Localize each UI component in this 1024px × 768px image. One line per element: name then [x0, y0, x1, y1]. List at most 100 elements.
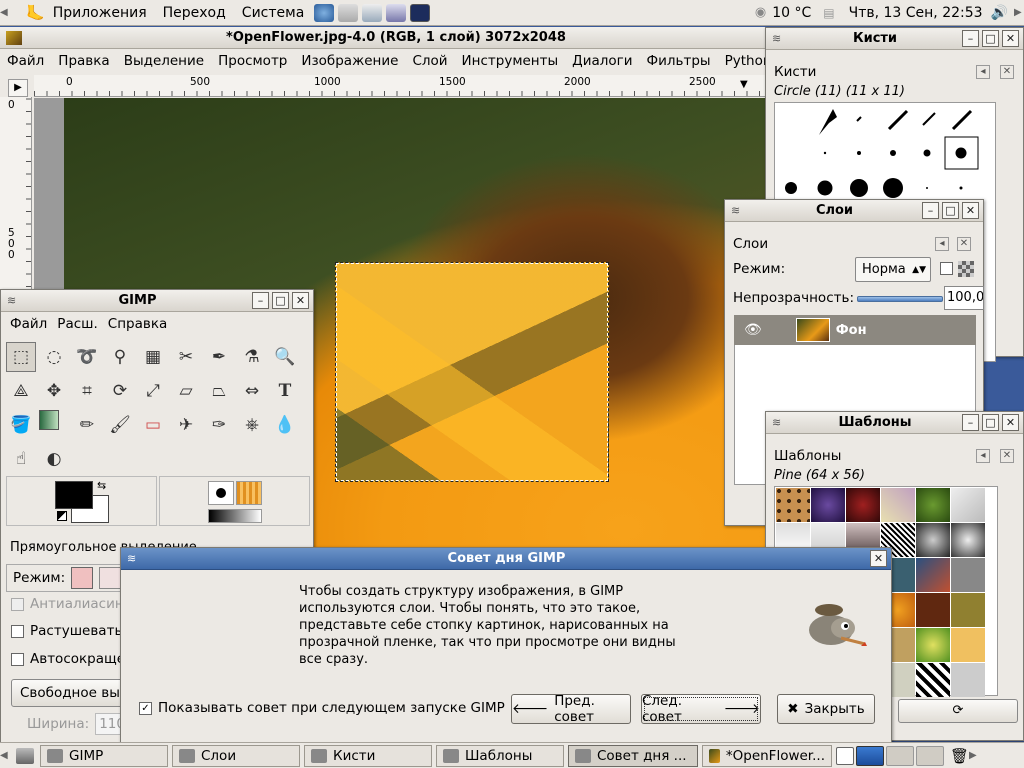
- maximize-button[interactable]: □: [942, 202, 959, 219]
- window-menu-icon[interactable]: ≋: [7, 294, 23, 308]
- horizontal-ruler[interactable]: 0 500 1000 1500 2000 2500 ▼: [34, 75, 770, 97]
- paintbrush-icon[interactable]: 🖌: [105, 410, 135, 440]
- menu-layer[interactable]: Слой: [405, 53, 454, 69]
- window-menu-icon[interactable]: [6, 30, 22, 45]
- lasso-icon[interactable]: ➰: [72, 342, 102, 372]
- default-colors-icon[interactable]: [57, 511, 67, 521]
- workspace-1-icon[interactable]: [836, 746, 854, 765]
- close-button[interactable]: ✕: [292, 292, 309, 309]
- autoshrink-checkbox[interactable]: [11, 652, 24, 666]
- lock-alpha-icon[interactable]: [958, 261, 974, 277]
- tab-menu-icon[interactable]: ◂: [976, 65, 990, 79]
- rectangle-selection[interactable]: [335, 262, 609, 482]
- tab-menu-icon[interactable]: ◂: [935, 237, 949, 251]
- mail-launcher-icon[interactable]: [338, 3, 359, 22]
- writer-launcher-icon[interactable]: [386, 3, 407, 22]
- panel-right-arrow-icon[interactable]: ▶: [969, 750, 979, 761]
- panel-left-arrow-icon[interactable]: ◀: [0, 7, 12, 18]
- toolbox-menu-help[interactable]: Справка: [103, 316, 172, 332]
- current-pattern-icon[interactable]: [236, 481, 262, 505]
- pattern-swatch[interactable]: [846, 488, 880, 522]
- quick-mask-menu-button[interactable]: ▶: [8, 79, 28, 97]
- layer-row-background[interactable]: 👁 Фон: [734, 315, 976, 345]
- pencil-icon[interactable]: ✏: [72, 410, 102, 440]
- window-menu-icon[interactable]: ≋: [772, 416, 788, 430]
- panel-right-arrow-icon[interactable]: ▶: [1014, 7, 1024, 18]
- brushes-titlebar[interactable]: ≋ Кисти – □ ✕: [766, 28, 1023, 50]
- window-menu-icon[interactable]: ≋: [127, 552, 143, 566]
- next-tip-button[interactable]: След. совет 🡒: [641, 693, 761, 725]
- pattern-swatch[interactable]: [951, 558, 985, 592]
- maximize-button[interactable]: □: [982, 414, 999, 431]
- paths-icon[interactable]: ✒: [204, 342, 234, 372]
- applications-menu[interactable]: Приложения: [45, 5, 155, 21]
- pattern-swatch[interactable]: [916, 523, 950, 557]
- dodge-burn-icon[interactable]: ◐: [39, 444, 69, 474]
- text-icon[interactable]: T: [270, 376, 300, 406]
- blur-icon[interactable]: 💧: [270, 410, 300, 440]
- pattern-swatch[interactable]: [776, 488, 810, 522]
- tab-close-icon[interactable]: ✕: [957, 237, 971, 251]
- rotate-icon[interactable]: ⟳: [105, 376, 135, 406]
- color-selector[interactable]: ⇆: [6, 476, 157, 526]
- refresh-patterns-button[interactable]: ⟳: [898, 699, 1018, 723]
- show-tip-checkbox[interactable]: ✓: [139, 701, 152, 715]
- browser-launcher-icon[interactable]: [314, 3, 335, 22]
- menu-filters[interactable]: Фильтры: [640, 53, 718, 69]
- magic-wand-icon[interactable]: ⚲: [105, 342, 135, 372]
- temperature-readout[interactable]: 10 °C: [766, 5, 817, 21]
- toolbox-menu-xtns[interactable]: Расш.: [52, 316, 102, 332]
- close-button[interactable]: ✕: [1002, 30, 1019, 47]
- measure-icon[interactable]: ⟁: [6, 376, 36, 406]
- tab-close-icon[interactable]: ✕: [1000, 65, 1014, 79]
- workspace-3-icon[interactable]: [886, 745, 914, 766]
- menu-edit[interactable]: Правка: [51, 53, 116, 69]
- pattern-swatch[interactable]: [881, 488, 915, 522]
- pattern-swatch[interactable]: [916, 628, 950, 662]
- clock[interactable]: Чтв, 13 Сен, 22:53: [841, 5, 991, 21]
- task-gimp[interactable]: GIMP: [40, 744, 168, 767]
- smudge-icon[interactable]: ☝: [6, 444, 36, 474]
- pattern-swatch[interactable]: [916, 663, 950, 697]
- keep-transparency-checkbox[interactable]: [940, 262, 953, 275]
- ellipse-select-icon[interactable]: ◌: [39, 342, 69, 372]
- close-button[interactable]: ✕: [1002, 414, 1019, 431]
- blend-icon[interactable]: [39, 410, 59, 430]
- feather-checkbox[interactable]: [11, 624, 24, 638]
- flip-icon[interactable]: ⇔: [237, 376, 267, 406]
- perspective-icon[interactable]: ⏢: [204, 376, 234, 406]
- terminal-launcher-icon[interactable]: [410, 3, 431, 22]
- minimize-button[interactable]: –: [922, 202, 939, 219]
- pattern-swatch[interactable]: [951, 488, 985, 522]
- layer-mode-select[interactable]: Норма ▲▼: [855, 257, 931, 282]
- workspace-4-icon[interactable]: [916, 745, 944, 766]
- window-menu-icon[interactable]: ≋: [772, 32, 788, 46]
- brush-pattern-gradient-selector[interactable]: [159, 476, 310, 526]
- close-button[interactable]: ✕: [870, 550, 887, 567]
- close-button[interactable]: ✕: [962, 202, 979, 219]
- pattern-swatch[interactable]: [951, 593, 985, 627]
- panel-left-arrow-icon[interactable]: ◀: [0, 750, 12, 761]
- pattern-swatch[interactable]: [916, 593, 950, 627]
- swap-colors-icon[interactable]: ⇆: [97, 479, 106, 492]
- menu-tools[interactable]: Инструменты: [455, 53, 566, 69]
- office-launcher-icon[interactable]: [362, 3, 383, 22]
- trash-icon[interactable]: 🗑: [950, 747, 969, 765]
- toolbox-menu-file[interactable]: Файл: [5, 316, 52, 332]
- antialias-checkbox[interactable]: [11, 597, 24, 611]
- system-menu[interactable]: Система: [234, 5, 312, 21]
- airbrush-icon[interactable]: ✈: [171, 410, 201, 440]
- menu-dialogs[interactable]: Диалоги: [565, 53, 639, 69]
- minimize-button[interactable]: –: [962, 30, 979, 47]
- eraser-icon[interactable]: ▭: [138, 410, 168, 440]
- current-gradient-icon[interactable]: [208, 509, 262, 523]
- places-menu[interactable]: Переход: [155, 5, 234, 21]
- volume-icon[interactable]: 🔊: [991, 5, 1008, 21]
- scissors-icon[interactable]: ✂: [171, 342, 201, 372]
- task-openflower[interactable]: *OpenFlower...: [702, 744, 832, 767]
- menu-view[interactable]: Просмотр: [211, 53, 294, 69]
- close-tip-button[interactable]: ✖ Закрыть: [777, 694, 875, 724]
- current-brush-icon[interactable]: [208, 481, 234, 505]
- tip-dialog-titlebar[interactable]: ≋ Совет дня GIMP ✕: [121, 548, 891, 570]
- layers-titlebar[interactable]: ≋ Слои – □ ✕: [725, 200, 983, 222]
